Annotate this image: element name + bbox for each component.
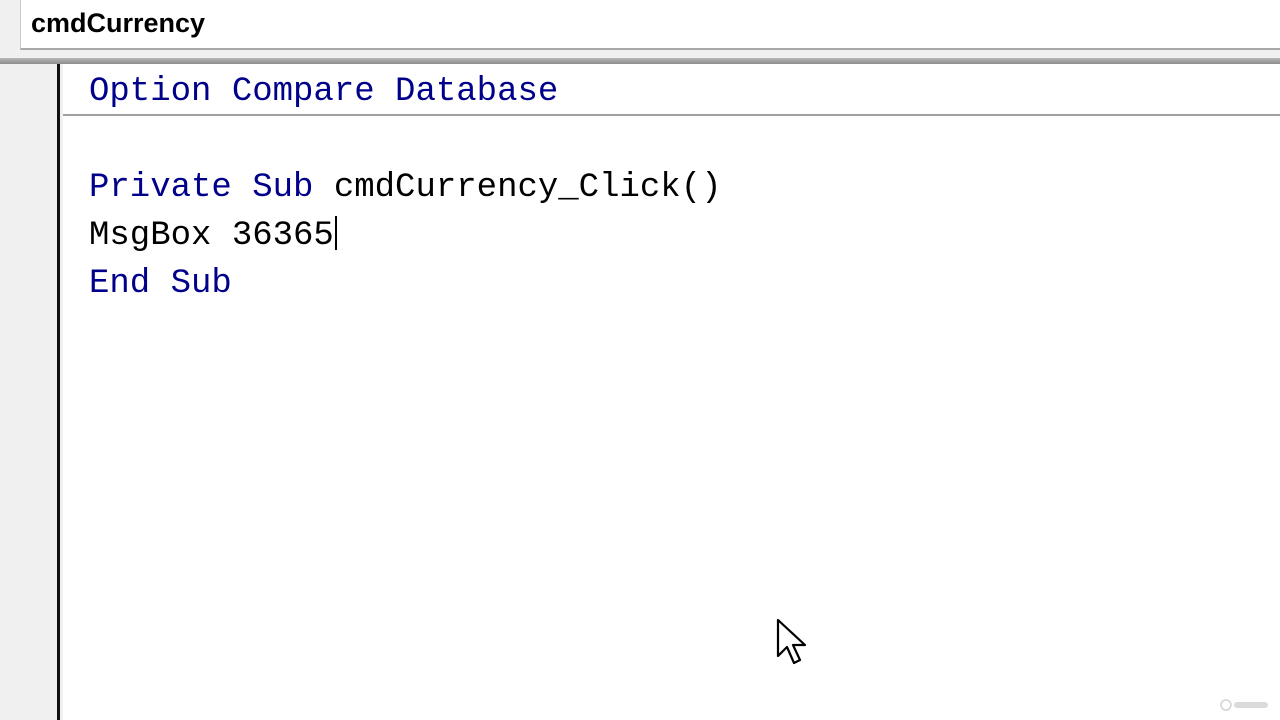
object-dropdown[interactable]: cmdCurrency bbox=[20, 0, 1280, 50]
keyword-option-compare: Option Compare Database bbox=[89, 73, 559, 111]
code-line-1[interactable]: Option Compare Database bbox=[89, 72, 558, 112]
code-line-3[interactable]: MsgBox 36365 bbox=[89, 216, 337, 256]
msgbox-statement: MsgBox 36365 bbox=[89, 217, 334, 255]
procedure-separator bbox=[63, 114, 1280, 116]
mouse-pointer-icon bbox=[776, 618, 807, 665]
vba-editor-window: cmdCurrency Option Compare Database Priv… bbox=[0, 0, 1280, 720]
text-caret bbox=[334, 216, 337, 250]
code-editor[interactable]: Option Compare Database Private Sub cmdC… bbox=[63, 64, 1280, 720]
margin-indicator-bar[interactable] bbox=[0, 64, 60, 720]
keyword-end-sub: End Sub bbox=[89, 265, 232, 303]
udemy-logo-icon bbox=[1220, 699, 1268, 711]
object-bar: cmdCurrency bbox=[0, 0, 1280, 62]
code-line-2[interactable]: Private Sub cmdCurrency_Click() bbox=[89, 168, 722, 208]
keyword-private-sub: Private Sub bbox=[89, 169, 314, 207]
object-dropdown-value: cmdCurrency bbox=[31, 8, 206, 38]
code-line-4[interactable]: End Sub bbox=[89, 264, 232, 304]
procedure-name: cmdCurrency_Click() bbox=[313, 169, 722, 207]
